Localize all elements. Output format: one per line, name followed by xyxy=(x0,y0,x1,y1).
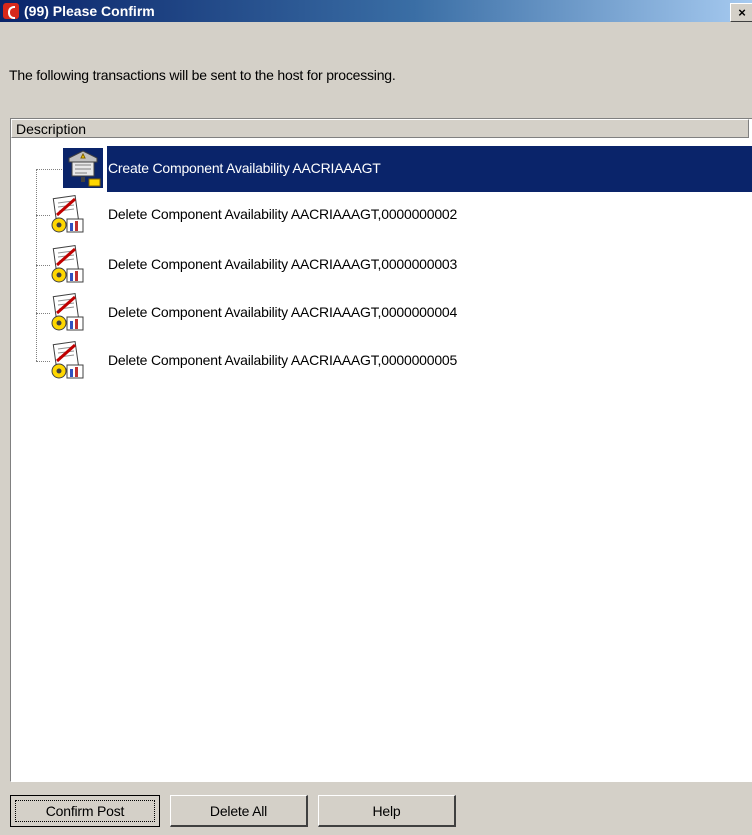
list-item[interactable]: Create Component Availability AACRIAAAGT xyxy=(11,146,752,192)
instruction-message: The following transactions will be sent … xyxy=(9,67,396,83)
tree-branch xyxy=(36,169,66,170)
column-header-description[interactable]: Description xyxy=(11,119,749,138)
confirm-post-button[interactable]: Confirm Post xyxy=(10,795,160,827)
list-item[interactable]: Delete Component Availability AACRIAAAGT… xyxy=(11,192,752,238)
list-item-label: Delete Component Availability AACRIAAAGT… xyxy=(108,206,458,222)
help-label: Help xyxy=(372,803,401,819)
close-button[interactable]: × xyxy=(730,3,752,22)
delete-transaction-icon xyxy=(47,293,87,333)
button-bar: Confirm Post Delete All Help xyxy=(0,795,752,835)
list-item-label: Delete Component Availability AACRIAAAGT… xyxy=(108,256,458,272)
delete-transaction-icon xyxy=(47,195,87,235)
list-item[interactable]: Delete Component Availability AACRIAAAGT… xyxy=(11,338,752,384)
list-item-label: Create Component Availability AACRIAAAGT xyxy=(108,160,381,176)
delete-transaction-icon xyxy=(47,341,87,381)
confirm-post-label: Confirm Post xyxy=(45,803,125,819)
delete-all-label: Delete All xyxy=(209,803,268,819)
list-item-label: Delete Component Availability AACRIAAAGT… xyxy=(108,352,458,368)
app-icon[interactable] xyxy=(3,3,19,19)
delete-transaction-icon xyxy=(47,245,87,285)
transaction-list[interactable]: Description Create Component Availabilit… xyxy=(10,118,752,782)
title-bar[interactable]: (99) Please Confirm × xyxy=(0,0,752,22)
help-button[interactable]: Help xyxy=(318,795,456,827)
window-title: (99) Please Confirm xyxy=(24,3,155,19)
delete-all-button[interactable]: Delete All xyxy=(170,795,308,827)
list-item[interactable]: Delete Component Availability AACRIAAAGT… xyxy=(11,242,752,288)
list-item-label: Delete Component Availability AACRIAAAGT… xyxy=(108,304,458,320)
create-transaction-icon xyxy=(63,148,103,188)
list-item[interactable]: Delete Component Availability AACRIAAAGT… xyxy=(11,290,752,336)
